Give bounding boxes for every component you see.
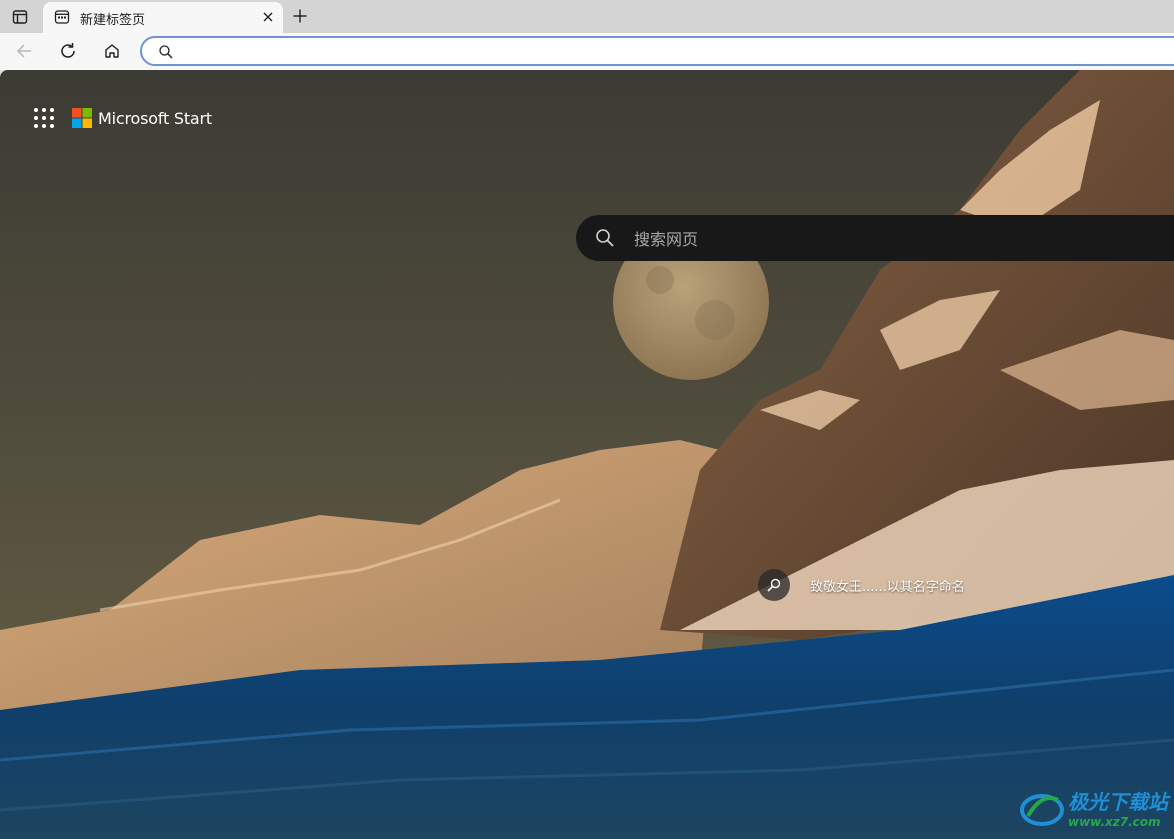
refresh-button[interactable] (56, 40, 80, 62)
plus-icon (293, 9, 307, 23)
image-info-button[interactable] (758, 569, 790, 601)
image-info-icon (767, 578, 781, 592)
watermark-logo (1020, 793, 1064, 826)
new-tab-page-icon (54, 10, 70, 24)
web-search-box[interactable] (576, 215, 1174, 261)
app-launcher-icon (34, 108, 54, 128)
new-tab-page: Microsoft Start 致敬女王......以其名字命名 极光下载站 w… (0, 70, 1174, 839)
app-launcher-button[interactable] (33, 107, 55, 129)
tab-actions-button[interactable] (8, 6, 32, 28)
address-bar[interactable] (140, 36, 1174, 66)
watermark: 极光下载站 www.xz7.com (1018, 786, 1168, 829)
caption-text: 致敬女王......以其名字命名 (810, 579, 965, 595)
new-tab-button[interactable] (289, 5, 311, 27)
search-icon (596, 229, 614, 247)
close-icon[interactable] (261, 10, 275, 24)
brand-name: Microsoft Start (98, 108, 212, 128)
background-image (0, 70, 1174, 839)
back-arrow-icon (16, 44, 31, 58)
back-button[interactable] (12, 40, 36, 62)
tab-new-tab[interactable]: 新建标签页 (43, 2, 283, 33)
search-icon (159, 45, 173, 59)
home-button[interactable] (100, 40, 124, 62)
microsoft-logo-icon (72, 108, 92, 128)
watermark-name: 极光下载站 (1068, 790, 1168, 814)
tab-bar: 新建标签页 (0, 0, 1174, 33)
tab-title: 新建标签页 (80, 13, 146, 28)
microsoft-start-brand[interactable]: Microsoft Start (72, 107, 212, 129)
tab-actions-icon (12, 10, 28, 24)
watermark-url: www.xz7.com (1068, 815, 1161, 829)
navigation-toolbar (0, 33, 1174, 70)
address-input[interactable] (182, 42, 1086, 64)
refresh-icon (61, 43, 75, 58)
web-search-input[interactable] (632, 227, 1136, 251)
home-icon (105, 44, 119, 58)
image-caption[interactable]: 致敬女王......以其名字命名 (758, 569, 965, 601)
